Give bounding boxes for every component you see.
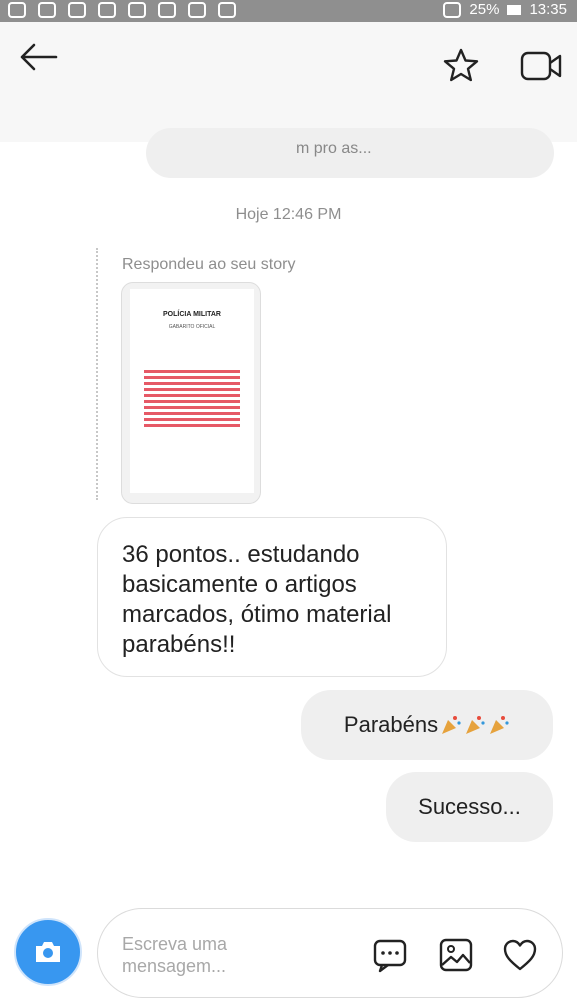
camera-icon	[36, 942, 60, 962]
message-placeholder: Escreva uma mensagem...	[122, 934, 228, 976]
instagram-icon	[98, 2, 116, 18]
message-icon	[8, 2, 26, 18]
wifi-icon	[218, 2, 236, 18]
message-timestamp: Hoje 12:46 PM	[235, 206, 342, 223]
instagram-icon	[68, 2, 86, 18]
clock: 13:35	[529, 1, 567, 18]
received-message-text: 36 pontos.. estudando basicamente o arti…	[122, 541, 392, 658]
facebook-icon	[38, 2, 56, 18]
story-document-image: POLÍCIA MILITAR GABARITO OFICIAL	[130, 289, 254, 493]
story-thumbnail[interactable]: POLÍCIA MILITAR GABARITO OFICIAL	[121, 282, 261, 504]
star-icon[interactable]	[443, 48, 479, 82]
camera-button[interactable]	[14, 918, 82, 986]
story-doc-subtitle: GABARITO OFICIAL	[168, 324, 216, 330]
gallery-icon[interactable]	[438, 937, 474, 973]
party-popper-icon	[466, 716, 485, 734]
sent-message-text: Parabéns	[343, 712, 439, 737]
sticker-icon[interactable]	[372, 937, 408, 973]
received-message-bubble[interactable]: 36 pontos.. estudando basicamente o arti…	[97, 517, 447, 677]
preview-text: m pro as...	[296, 140, 372, 157]
status-right: 25% 13:35	[443, 1, 567, 18]
notification-icons	[8, 2, 236, 18]
sent-message-bubble[interactable]: Sucesso...	[386, 772, 553, 842]
battery-percent: 25%	[469, 1, 500, 18]
instagram-icon	[128, 2, 146, 18]
story-doc-title: POLÍCIA MILITAR	[163, 311, 221, 318]
reply-indicator-line	[96, 248, 98, 500]
video-call-icon[interactable]	[520, 50, 562, 82]
story-reply-label: Respondeu ao seu story	[122, 256, 296, 273]
alarm-icon	[188, 2, 206, 18]
status-bar: 25% 13:35	[0, 0, 577, 22]
message-input[interactable]: Escreva uma mensagem...	[97, 908, 563, 998]
party-popper-icon	[490, 716, 509, 734]
previous-message-preview: m pro as...	[146, 128, 554, 178]
back-arrow-icon[interactable]	[18, 42, 58, 72]
mute-icon	[158, 2, 176, 18]
chat-header	[0, 22, 577, 142]
battery-icon	[507, 4, 522, 15]
heart-icon[interactable]	[502, 937, 538, 973]
signal-icon	[443, 1, 462, 18]
sent-message-text: Sucesso...	[418, 794, 521, 819]
answer-grid	[144, 367, 240, 427]
party-popper-icon	[442, 716, 461, 734]
sent-message-bubble[interactable]: Parabéns	[301, 690, 553, 760]
